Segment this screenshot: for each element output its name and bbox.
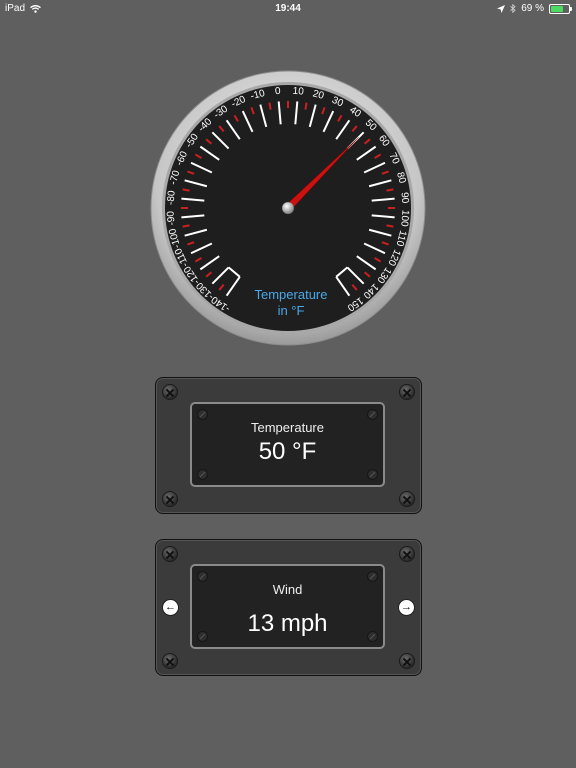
temperature-value: 50 °F — [258, 438, 317, 465]
gauge-tick-label: 10 — [292, 86, 304, 98]
location-arrow-icon — [497, 4, 506, 13]
gauge-label-line2: in °F — [278, 303, 305, 318]
wind-display: Wind 13 mph — [190, 564, 385, 649]
gauge-minor-tick — [304, 102, 308, 110]
gauge-minor-tick — [268, 102, 272, 110]
next-button[interactable]: → — [398, 599, 415, 616]
gauge-minor-tick — [386, 224, 394, 228]
arrow-right-icon: → — [401, 601, 412, 613]
gauge-tick-label: 100 — [398, 209, 410, 227]
temperature-label: Temperature — [251, 420, 324, 435]
screw-icon — [162, 384, 178, 400]
screw-icon — [399, 546, 415, 562]
temperature-gauge: -140-130-120-110-100-90-80-70-60-50-40-3… — [150, 70, 426, 346]
screw-icon — [367, 469, 378, 480]
status-time: 19:44 — [275, 3, 301, 14]
screw-icon — [399, 653, 415, 669]
screw-icon — [197, 409, 208, 420]
bluetooth-icon — [510, 4, 516, 13]
gauge-minor-tick — [386, 188, 394, 192]
gauge-hub — [281, 201, 295, 215]
screw-icon — [197, 571, 208, 582]
gauge-tick-label: -80 — [165, 190, 177, 206]
gauge-tick-label: 90 — [398, 192, 410, 204]
battery-tip — [570, 6, 572, 11]
temperature-display: Temperature 50 °F — [190, 402, 385, 487]
screw-icon — [399, 491, 415, 507]
previous-button[interactable]: ← — [162, 599, 179, 616]
screw-icon — [399, 384, 415, 400]
screw-icon — [197, 469, 208, 480]
wind-value: 13 mph — [247, 610, 328, 637]
screw-icon — [162, 491, 178, 507]
gauge-minor-tick — [182, 188, 190, 192]
temperature-panel: Temperature 50 °F — [155, 377, 422, 514]
arrow-left-icon: ← — [165, 601, 176, 613]
gauge-tick-label: -90 — [165, 210, 177, 226]
battery-icon — [549, 3, 572, 14]
wind-panel: ← → Wind 13 mph — [155, 539, 422, 676]
battery-percent: 69 % — [521, 3, 544, 14]
screw-icon — [367, 571, 378, 582]
battery-fill — [551, 5, 563, 12]
gauge-minor-tick — [182, 224, 190, 228]
status-right: 69 % — [497, 3, 572, 14]
gauge-label-line1: Temperature — [255, 287, 328, 302]
wind-label: Wind — [272, 582, 303, 597]
status-bar: iPad 19:44 69 % — [0, 0, 576, 18]
screw-icon — [367, 409, 378, 420]
screw-icon — [162, 546, 178, 562]
screw-icon — [162, 653, 178, 669]
